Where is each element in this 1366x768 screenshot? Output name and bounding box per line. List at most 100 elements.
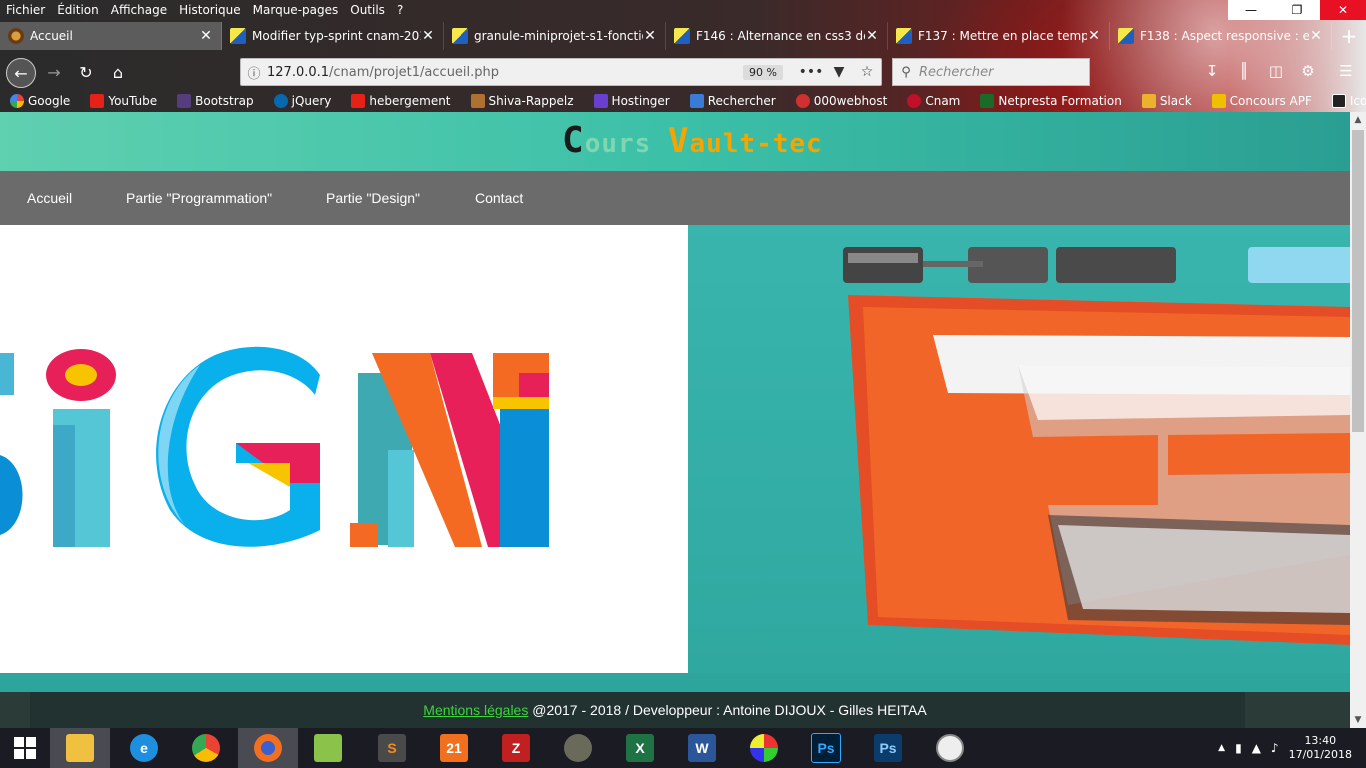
forward-button[interactable]: → (40, 58, 68, 86)
zoom-indicator[interactable]: 90 % (743, 64, 783, 80)
internet-explorer-icon[interactable]: e (114, 728, 174, 768)
star-icon[interactable]: ☆ (853, 64, 881, 80)
scroll-down-arrow[interactable]: ▼ (1350, 712, 1366, 728)
clock-time: 13:40 (1304, 734, 1337, 747)
close-window-button[interactable]: ✕ (1320, 0, 1366, 20)
minimize-button[interactable]: — (1228, 0, 1274, 20)
tab-granule-miniprojet[interactable]: granule-miniprojet-s1-fonction ✕ (444, 22, 666, 50)
bootstrap-icon (177, 94, 192, 108)
bookmark-shiva-rappelz[interactable]: Shiva-Rappelz (461, 90, 574, 112)
site-footer: Mentions légales @2017 - 2018 / Developp… (0, 692, 1350, 728)
bookmark-netpresta[interactable]: Netpresta Formation (970, 90, 1122, 112)
word-icon[interactable]: W (672, 728, 732, 768)
search-engine-icon (689, 94, 704, 108)
bookmark-google[interactable]: Google (0, 90, 70, 112)
menu-icon[interactable]: ☰ (1334, 62, 1358, 82)
clock-app-icon[interactable] (920, 728, 980, 768)
library-icon[interactable]: ║ (1232, 62, 1256, 82)
icones-icon (1331, 94, 1346, 108)
scroll-up-arrow[interactable]: ▲ (1350, 112, 1366, 128)
bookmark-hostinger[interactable]: Hostinger (584, 90, 670, 112)
tab-close-icon[interactable]: ✕ (199, 28, 213, 44)
arrow-right-icon: → (47, 62, 61, 82)
windows-start-icon[interactable] (0, 728, 50, 768)
photoshop-icon[interactable]: Ps (796, 728, 856, 768)
url-path: /cnam/projet1/accueil.php (329, 64, 500, 80)
menu-affichage[interactable]: Affichage (111, 0, 167, 20)
chrome-icon[interactable] (176, 728, 236, 768)
excel-icon[interactable]: X (610, 728, 670, 768)
menu-help[interactable]: ? (397, 0, 403, 20)
settings-icon[interactable]: ⚙ (1296, 62, 1320, 82)
info-icon[interactable]: ⓘ (241, 63, 267, 82)
bookmark-icones[interactable]: Icones (1322, 90, 1366, 112)
bookmark-bootstrap[interactable]: Bootstrap (167, 90, 254, 112)
tray-caret-icon[interactable]: ▲ (1218, 743, 1225, 753)
vertical-scrollbar[interactable]: ▲ ▼ (1350, 112, 1366, 728)
tab-accueil[interactable]: Accueil ✕ (0, 22, 222, 50)
bookmark-rechercher[interactable]: Rechercher (680, 90, 776, 112)
menu-outils[interactable]: Outils (350, 0, 385, 20)
reload-button[interactable]: ↻ (72, 58, 100, 86)
restore-button[interactable]: ❐ (1274, 0, 1320, 20)
firefox-icon[interactable] (238, 728, 298, 768)
tab-close-icon[interactable]: ✕ (1087, 28, 1101, 44)
bookmark-youtube[interactable]: YouTube (80, 90, 157, 112)
windows-taskbar: e S 21 Z X W Ps Ps ▲ ▮ ▲ ♪ 13:40 17/01/2… (0, 728, 1366, 768)
back-button[interactable]: ← (6, 58, 36, 88)
home-button[interactable]: ⌂ (104, 58, 132, 86)
nav-contact[interactable]: Contact (475, 171, 523, 225)
url-bar[interactable]: ⓘ 127.0.0.1/cnam/projet1/accueil.php 90 … (240, 58, 882, 86)
pocket-icon[interactable]: ▼ (825, 64, 853, 80)
web-page: Cours Vault-tec Accueil Partie "Programm… (0, 112, 1350, 728)
tab-close-icon[interactable]: ✕ (643, 28, 657, 44)
site-logo[interactable]: Cours Vault-tec (562, 120, 823, 161)
tab-close-icon[interactable]: ✕ (865, 28, 879, 44)
new-tab-button[interactable]: + (1332, 22, 1366, 50)
paint-icon[interactable] (734, 728, 794, 768)
tab-close-icon[interactable]: ✕ (1309, 28, 1323, 44)
menu-fichier[interactable]: Fichier (6, 0, 45, 20)
volume-icon[interactable]: ♪ (1271, 741, 1279, 755)
tab-close-icon[interactable]: ✕ (421, 28, 435, 44)
bookmark-000webhost[interactable]: 000webhost (786, 90, 887, 112)
menu-edition[interactable]: Édition (57, 0, 99, 20)
app-21-icon[interactable]: 21 (424, 728, 484, 768)
bookmark-cnam[interactable]: Cnam (897, 90, 960, 112)
menu-marque-pages[interactable]: Marque-pages (253, 0, 339, 20)
device-icon[interactable]: ▮ (1235, 741, 1242, 755)
tab-label: F146 : Alternance en css3 de la (696, 29, 865, 43)
slack-icon (1141, 94, 1156, 108)
signal-icon[interactable]: ▲ (1252, 741, 1261, 755)
file-explorer-icon[interactable] (50, 728, 110, 768)
google-icon (10, 94, 24, 108)
tab-f146[interactable]: F146 : Alternance en css3 de la ✕ (666, 22, 888, 50)
bookmark-hebergement[interactable]: hebergement (341, 90, 451, 112)
search-input[interactable]: Rechercher (919, 65, 994, 80)
filezilla-icon[interactable]: Z (486, 728, 546, 768)
tab-f137[interactable]: F137 : Mettre en place template ✕ (888, 22, 1110, 50)
sublime-text-icon[interactable]: S (362, 728, 422, 768)
mentions-legales-link[interactable]: Mentions légales (423, 702, 528, 718)
download-icon[interactable]: ↧ (1200, 62, 1224, 82)
menu-historique[interactable]: Historique (179, 0, 241, 20)
bookmark-jquery[interactable]: jQuery (264, 90, 331, 112)
youtube-icon (351, 94, 366, 108)
bookmark-concours-apf[interactable]: Concours APF (1202, 90, 1312, 112)
tab-modifier-typ-sprint[interactable]: Modifier typ-sprint cnam-2017 ✕ (222, 22, 444, 50)
bookmark-slack[interactable]: Slack (1132, 90, 1192, 112)
sidebar-icon[interactable]: ◫ (1264, 62, 1288, 82)
search-bar[interactable]: ⚲ Rechercher (892, 58, 1090, 86)
more-icon[interactable]: ••• (797, 64, 825, 80)
url-text[interactable]: 127.0.0.1/cnam/projet1/accueil.php (267, 65, 743, 80)
nav-design[interactable]: Partie "Design" (326, 171, 420, 225)
photoshop-2-icon[interactable]: Ps (858, 728, 918, 768)
nav-accueil[interactable]: Accueil (27, 171, 72, 225)
scroll-thumb[interactable] (1352, 130, 1364, 432)
nav-programmation[interactable]: Partie "Programmation" (126, 171, 272, 225)
notepad-plus-icon[interactable] (298, 728, 358, 768)
taskbar-clock[interactable]: 13:40 17/01/2018 (1289, 734, 1352, 762)
gimp-icon[interactable] (548, 728, 608, 768)
html5-hero-image (688, 225, 1350, 673)
tab-f138[interactable]: F138 : Aspect responsive : ergo ✕ (1110, 22, 1332, 50)
